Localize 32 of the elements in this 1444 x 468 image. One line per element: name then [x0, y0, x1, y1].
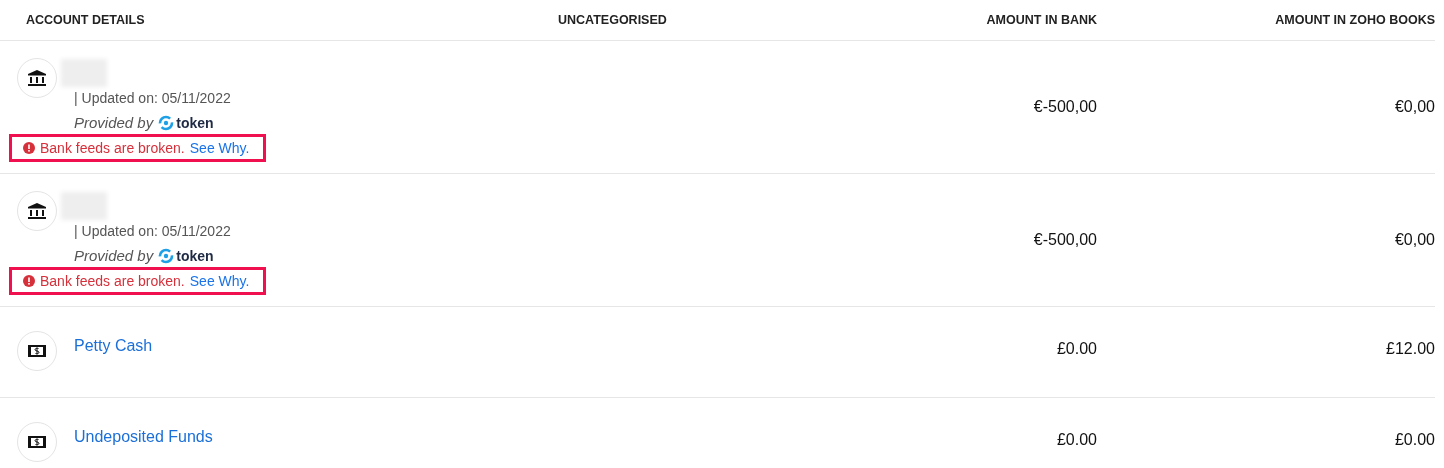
amount-in-books: €0,00: [1394, 231, 1435, 249]
amount-in-books: £0.00: [1394, 431, 1435, 449]
error-icon: [23, 142, 35, 154]
token-logo-icon: [158, 114, 175, 131]
updated-date: | Updated on: 05/11/2022: [74, 223, 232, 239]
updated-date: | Updated on: 05/11/2022: [74, 90, 232, 106]
column-header: ACCOUNT DETAILS: [26, 13, 145, 27]
error-message: Bank feeds are broken.: [40, 273, 185, 289]
provider-name: token: [176, 114, 214, 131]
account-name-link[interactable]: Petty Cash: [74, 337, 153, 355]
provider-name: token: [176, 247, 214, 264]
error-icon: [23, 275, 35, 287]
amount-in-books: £12.00: [1386, 340, 1435, 358]
amount-in-bank: £0.00: [1056, 340, 1097, 358]
see-why-link[interactable]: See Why.: [189, 273, 250, 289]
amount-in-bank: €-500,00: [1033, 98, 1097, 116]
account-name-link[interactable]: Undeposited Funds: [74, 428, 213, 446]
amount-in-bank: €-500,00: [1033, 231, 1097, 249]
error-message: Bank feeds are broken.: [40, 140, 185, 156]
amount-in-books: €0,00: [1394, 98, 1435, 116]
column-header: AMOUNT IN BANK: [986, 13, 1097, 27]
cash-icon: [28, 436, 46, 448]
bank-icon: [27, 202, 47, 220]
token-logo-icon: [158, 247, 175, 264]
cash-icon: [28, 345, 46, 357]
amount-in-bank: £0.00: [1056, 431, 1097, 449]
provided-by-label: Provided by: [74, 247, 154, 264]
provided-by-label: Provided by: [74, 114, 154, 131]
bank-icon: [27, 69, 47, 87]
see-why-link[interactable]: See Why.: [189, 140, 250, 156]
column-header: AMOUNT IN ZOHO BOOKS: [1275, 13, 1435, 27]
column-header: UNCATEGORISED: [558, 13, 667, 27]
